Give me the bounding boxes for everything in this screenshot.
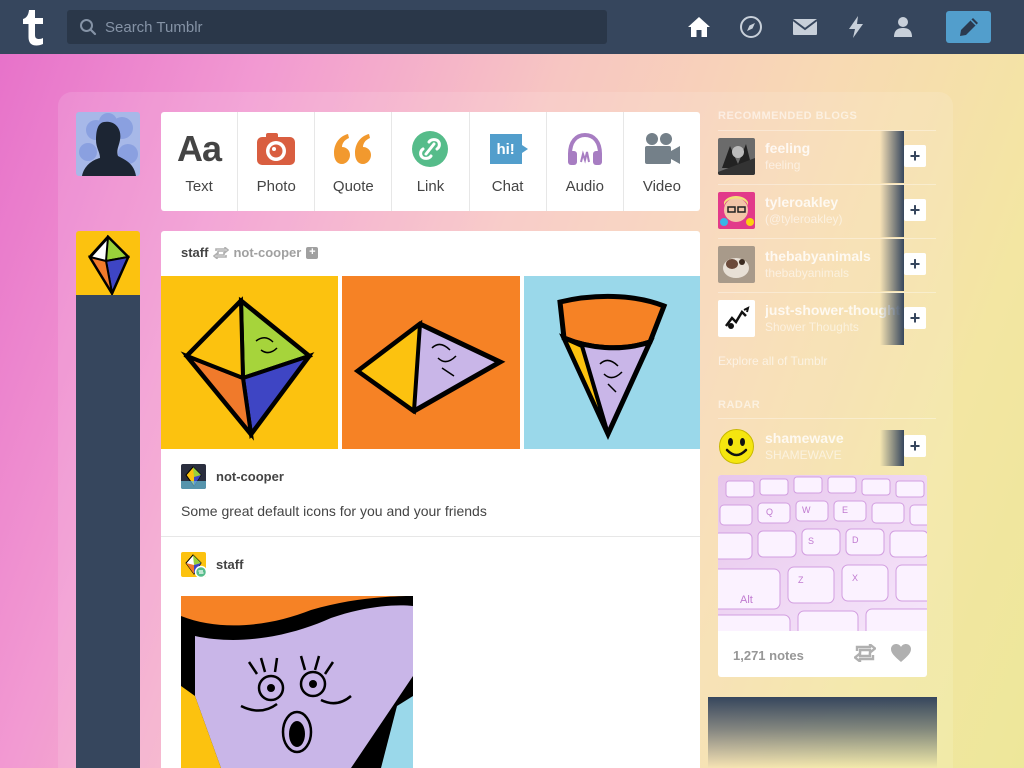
radar-post-card[interactable]: Q W E S D Z X Alt 1,271 notes [718, 475, 927, 677]
row-fade [880, 430, 904, 466]
post-author-link[interactable]: staff [181, 245, 208, 260]
recommended-blogs-heading: RECOMMENDED BLOGS [718, 110, 858, 122]
inbox-mail-icon[interactable] [792, 14, 818, 40]
chat-bubble-icon: hi! [488, 128, 528, 170]
left-rail-shadow [76, 295, 140, 768]
smiley-avatar[interactable] [718, 428, 755, 465]
blog-avatar[interactable] [718, 246, 755, 283]
photoset-image-blue[interactable] [524, 276, 700, 449]
video-camera-icon [642, 128, 682, 170]
dashboard-post: staff not-cooper + not-cooper Some great… [161, 231, 700, 768]
activity-lightning-icon[interactable] [843, 14, 869, 40]
explore-all-link[interactable]: Explore all of Tumblr [718, 354, 827, 368]
post-type-text[interactable]: Aa Text [161, 112, 239, 211]
text-icon: Aa [177, 128, 222, 169]
post-type-label: Chat [491, 178, 524, 195]
reblog-icon[interactable] [853, 642, 877, 667]
reblog-divider [161, 536, 700, 537]
headphones-icon [565, 128, 605, 170]
camera-icon [256, 128, 296, 170]
svg-text:D: D [852, 535, 859, 545]
post-caption: Some great default icons for you and you… [181, 503, 487, 519]
explore-compass-icon[interactable] [738, 14, 764, 40]
post-type-label: Link [416, 178, 445, 195]
pencil-icon [959, 18, 978, 36]
post-type-label: Text [185, 178, 213, 195]
follow-plus-icon[interactable]: + [904, 199, 926, 221]
post-type-label: Photo [256, 178, 296, 195]
follow-plus-icon[interactable]: + [904, 307, 926, 329]
post-type-video[interactable]: Video [624, 112, 700, 211]
post-type-audio[interactable]: Audio [547, 112, 624, 211]
row-fade [880, 239, 904, 291]
radar-blog-item[interactable]: shamewave SHAMEWAVE + [718, 421, 936, 473]
home-icon[interactable] [686, 14, 712, 40]
search-bar [67, 10, 607, 44]
post-type-label: Quote [332, 178, 374, 195]
top-navigation-bar [0, 0, 1024, 54]
staff-small-avatar[interactable] [181, 552, 208, 579]
recommended-blog-item[interactable]: feeling feeling + [718, 131, 936, 183]
svg-text:Z: Z [798, 575, 804, 585]
reblog-trail-entry: not-cooper [181, 464, 284, 489]
svg-text:E: E [842, 505, 848, 515]
search-icon [80, 19, 97, 36]
svg-text:Alt: Alt [740, 594, 753, 606]
svg-text:S: S [808, 536, 814, 546]
user-avatar[interactable] [76, 112, 140, 176]
compose-post-button[interactable] [946, 11, 991, 43]
photoset-image-orange[interactable] [342, 276, 520, 449]
follow-plus-icon[interactable]: + [904, 145, 926, 167]
staff-blog-avatar[interactable] [76, 231, 140, 295]
row-fade [880, 185, 904, 237]
blog-avatar[interactable] [718, 300, 755, 337]
follow-plus-icon[interactable]: + [904, 435, 926, 457]
post-type-label: Video [642, 178, 681, 195]
photoset[interactable] [161, 276, 700, 449]
not-cooper-avatar[interactable] [181, 464, 206, 489]
reblogged-from-link[interactable]: not-cooper [233, 245, 301, 260]
search-input[interactable] [105, 18, 585, 36]
svg-text:X: X [852, 573, 858, 583]
tumblr-logo-icon[interactable] [14, 5, 52, 49]
recommended-blog-item[interactable]: thebabyanimals thebabyanimals + [718, 239, 936, 291]
svg-text:W: W [802, 505, 811, 515]
svg-text:Q: Q [766, 507, 773, 517]
reblog-arrow-icon [213, 246, 230, 259]
account-person-icon[interactable] [890, 14, 916, 40]
blog-avatar[interactable] [718, 192, 755, 229]
quote-icon [332, 128, 374, 170]
follow-plus-icon[interactable]: + [904, 253, 926, 275]
like-heart-icon[interactable] [890, 643, 912, 668]
link-icon [411, 128, 449, 170]
follow-plus-icon[interactable]: + [306, 246, 319, 259]
original-post-entry: staff [181, 552, 243, 579]
photoset-image-yellow[interactable] [161, 276, 338, 449]
post-type-selector: Aa Text Photo Quote Link hi! Chat Audio [161, 112, 700, 211]
notes-count[interactable]: 1,271 notes [733, 648, 804, 663]
recommended-blog-item[interactable]: just-shower-thoughts Shower Thoughts + [718, 293, 936, 345]
post-type-label: Audio [565, 178, 604, 195]
recommended-blog-item[interactable]: tyleroakley (@tyleroakley) + [718, 185, 936, 237]
blog-avatar[interactable] [718, 138, 755, 175]
reblog-user-name[interactable]: not-cooper [216, 469, 284, 484]
sidebar-bottom-shadow [708, 697, 937, 768]
post-header: staff not-cooper + [181, 245, 319, 260]
post-type-quote[interactable]: Quote [315, 112, 393, 211]
row-fade [880, 293, 904, 345]
radar-heading: RADAR [718, 399, 761, 411]
post-large-image[interactable] [181, 596, 413, 768]
post-type-link[interactable]: Link [392, 112, 470, 211]
post-type-chat[interactable]: hi! Chat [470, 112, 547, 211]
radar-keyboard-image[interactable]: Q W E S D Z X Alt [718, 475, 927, 646]
row-fade [880, 131, 904, 183]
sidebar-divider [718, 418, 936, 419]
original-user-name[interactable]: staff [216, 557, 243, 572]
post-type-photo[interactable]: Photo [238, 112, 316, 211]
